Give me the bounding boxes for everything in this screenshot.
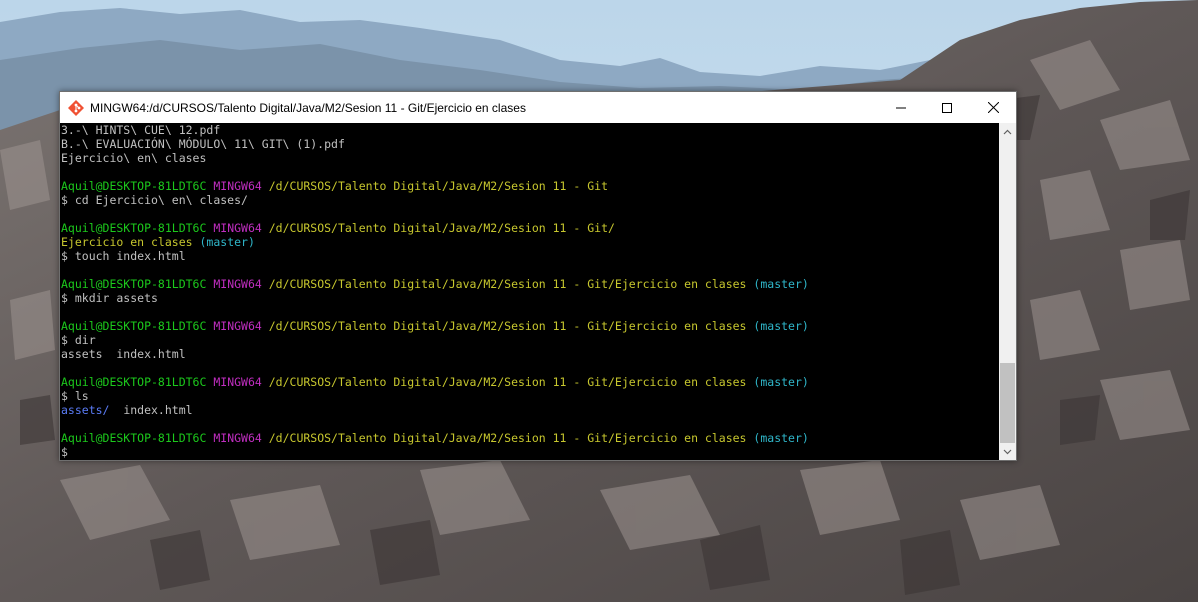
terminal-line: B.-\ EVALUACIÓN\ MÓDULO\ 11\ GIT\ (1).pd… [61, 137, 999, 151]
terminal-text-segment: (master) [753, 277, 809, 291]
close-icon [987, 102, 999, 113]
terminal-text-segment: (master) [199, 235, 255, 249]
terminal-line: Ejercicio en clases (master) [61, 235, 999, 249]
terminal-text-segment: (master) [753, 319, 809, 333]
terminal-text-segment: $ mkdir assets [61, 291, 158, 305]
terminal-line: Aquil@DESKTOP-81LDT6C MINGW64 /d/CURSOS/… [61, 179, 999, 193]
terminal-text-segment: $ [61, 445, 68, 459]
terminal-text-segment: MINGW64 [213, 221, 262, 235]
terminal-text-segment: B.-\ EVALUACIÓN\ MÓDULO\ 11\ GIT\ (1).pd… [61, 137, 345, 151]
scrollbar-thumb[interactable] [1000, 363, 1015, 443]
terminal-text-segment: 3.-\ HINTS\ CUE\ 12.pdf [61, 123, 221, 137]
terminal-line: $ dir [61, 333, 999, 347]
terminal-text-segment: Ejercicio\ en\ clases [61, 151, 207, 165]
terminal-content: 3.-\ HINTS\ CUE\ 12.pdf B.-\ EVALUACIÓN\ … [60, 123, 1016, 460]
maximize-button[interactable] [924, 92, 970, 123]
terminal-text-segment: /d/CURSOS/Talento Digital/Java/M2/Sesion… [268, 319, 747, 333]
minimize-button[interactable] [878, 92, 924, 123]
minimize-icon [896, 107, 906, 108]
terminal-line: assets/ index.html [61, 403, 999, 417]
terminal-text-segment: Ejercicio en clases [61, 235, 193, 249]
vertical-scrollbar[interactable] [999, 123, 1016, 460]
terminal-text-segment: MINGW64 [213, 431, 262, 445]
terminal-text-segment: Aquil@DESKTOP-81LDT6C [61, 277, 207, 291]
terminal-line: assets index.html [61, 347, 999, 361]
title-bar[interactable]: MINGW64:/d/CURSOS/Talento Digital/Java/M… [60, 92, 1016, 123]
scroll-down-button[interactable] [999, 443, 1016, 460]
scroll-up-button[interactable] [999, 123, 1016, 140]
terminal-line: Aquil@DESKTOP-81LDT6C MINGW64 /d/CURSOS/… [61, 375, 999, 389]
window-controls [878, 92, 1016, 123]
terminal-line: Ejercicio\ en\ clases [61, 151, 999, 165]
terminal-text-segment: $ touch index.html [61, 249, 186, 263]
terminal-text-segment: (master) [753, 375, 809, 389]
terminal-text-segment: $ ls [61, 389, 89, 403]
close-button[interactable] [970, 92, 1016, 123]
terminal-text-segment: index.html [109, 403, 193, 417]
terminal-text-segment: assets index.html [61, 347, 186, 361]
terminal-text-segment: $ dir [61, 333, 96, 347]
terminal-text-segment: (master) [753, 431, 809, 445]
terminal-text-segment: Aquil@DESKTOP-81LDT6C [61, 375, 207, 389]
terminal-window: MINGW64:/d/CURSOS/Talento Digital/Java/M… [59, 91, 1017, 461]
terminal-line: Aquil@DESKTOP-81LDT6C MINGW64 /d/CURSOS/… [61, 277, 999, 291]
terminal-line: Aquil@DESKTOP-81LDT6C MINGW64 /d/CURSOS/… [61, 431, 999, 445]
terminal-line: $ mkdir assets [61, 291, 999, 305]
terminal-text-segment: MINGW64 [213, 319, 262, 333]
terminal-text-segment: Aquil@DESKTOP-81LDT6C [61, 431, 207, 445]
terminal-line: Aquil@DESKTOP-81LDT6C MINGW64 /d/CURSOS/… [61, 319, 999, 333]
maximize-icon [942, 102, 952, 113]
terminal-line: $ touch index.html [61, 249, 999, 263]
terminal-text-segment: MINGW64 [213, 375, 262, 389]
terminal-text-segment: Aquil@DESKTOP-81LDT6C [61, 319, 207, 333]
terminal-text-segment: MINGW64 [213, 179, 262, 193]
terminal-text-segment: MINGW64 [213, 277, 262, 291]
terminal-text-segment: /d/CURSOS/Talento Digital/Java/M2/Sesion… [268, 431, 747, 445]
terminal-text-segment: $ cd Ejercicio\ en\ clases/ [61, 193, 248, 207]
window-title: MINGW64:/d/CURSOS/Talento Digital/Java/M… [90, 100, 526, 115]
terminal-text-segment: /d/CURSOS/Talento Digital/Java/M2/Sesion… [268, 179, 609, 193]
git-bash-icon [68, 99, 84, 116]
terminal-line: 3.-\ HINTS\ CUE\ 12.pdf [61, 123, 999, 137]
terminal-text-segment: Aquil@DESKTOP-81LDT6C [61, 179, 207, 193]
chevron-down-icon [1003, 449, 1012, 454]
terminal-text-segment: /d/CURSOS/Talento Digital/Java/M2/Sesion… [268, 277, 747, 291]
chevron-up-icon [1003, 129, 1012, 134]
terminal-text-segment: /d/CURSOS/Talento Digital/Java/M2/Sesion… [268, 221, 615, 235]
terminal-line: $ [61, 445, 999, 459]
terminal-text-segment: /d/CURSOS/Talento Digital/Java/M2/Sesion… [268, 375, 747, 389]
terminal-text-segment: Aquil@DESKTOP-81LDT6C [61, 221, 207, 235]
terminal-line: $ cd Ejercicio\ en\ clases/ [61, 193, 999, 207]
terminal-line: $ ls [61, 389, 999, 403]
terminal-output[interactable]: 3.-\ HINTS\ CUE\ 12.pdf B.-\ EVALUACIÓN\ … [60, 123, 999, 460]
terminal-line: Aquil@DESKTOP-81LDT6C MINGW64 /d/CURSOS/… [61, 221, 999, 235]
terminal-text-segment: assets/ [61, 403, 110, 417]
